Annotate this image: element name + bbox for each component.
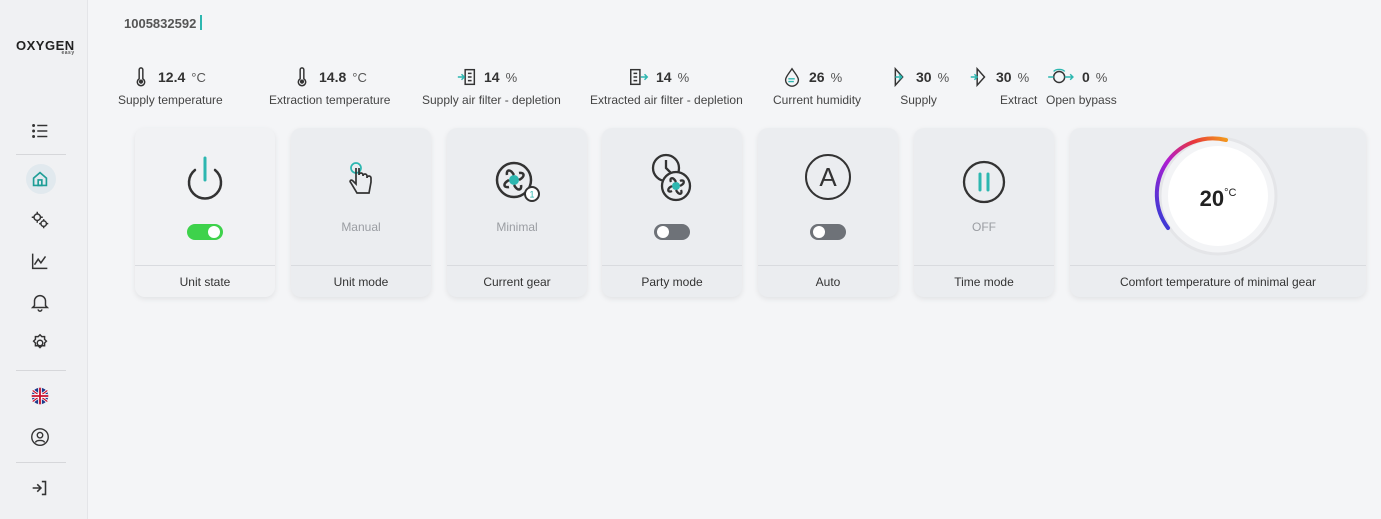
sidebar-divider: [16, 154, 66, 155]
menu-icon[interactable]: [26, 117, 54, 145]
card-label: Time mode: [914, 265, 1054, 297]
svg-text:A: A: [819, 162, 837, 192]
filter-supply-icon: [457, 68, 476, 86]
card-time-mode[interactable]: OFF Time mode: [914, 128, 1054, 297]
card-auto[interactable]: A Auto: [758, 128, 898, 297]
card-label: Party mode: [602, 265, 742, 297]
logo: OXYGEN easy: [16, 38, 75, 56]
card-unit-state[interactable]: Unit state: [135, 128, 275, 297]
metric-extraction-temperature: 14.8 °C Extraction temperature: [269, 66, 390, 110]
sidebar: OXYGEN easy: [0, 0, 88, 519]
auto-toggle[interactable]: [810, 224, 846, 240]
sidebar-divider: [16, 462, 66, 463]
logout-icon[interactable]: [26, 474, 54, 502]
party-clock-fan-icon: [650, 152, 694, 209]
svg-text:1: 1: [529, 190, 534, 200]
card-party-mode[interactable]: Party mode: [602, 128, 742, 297]
metric-open-bypass: 0% Open bypass: [1046, 66, 1117, 110]
current-gear-value: Minimal: [496, 220, 538, 234]
unit-state-toggle[interactable]: [187, 224, 223, 240]
hand-pointer-icon: [345, 160, 377, 205]
card-current-gear[interactable]: 1 Minimal Current gear: [447, 128, 587, 297]
pause-icon: [960, 158, 1008, 211]
card-unit-mode[interactable]: Manual Unit mode: [291, 128, 431, 297]
chart-icon[interactable]: [26, 247, 54, 275]
temperature-dial[interactable]: 20°C: [1154, 132, 1282, 260]
metric-extract: 30% Extract: [968, 66, 1037, 110]
power-icon: [177, 154, 233, 215]
metric-extract-filter: 14% Extracted air filter - depletion: [590, 66, 743, 110]
card-label: Current gear: [447, 265, 587, 297]
comfort-temperature-value: 20°C: [1199, 186, 1237, 211]
card-label: Auto: [758, 265, 898, 297]
extract-icon: [970, 66, 986, 88]
metric-supply: 30% Supply: [888, 66, 949, 110]
thermometer-icon: [297, 67, 307, 87]
bell-icon[interactable]: [26, 288, 54, 316]
humidity-icon: [784, 67, 800, 87]
party-mode-toggle[interactable]: [654, 224, 690, 240]
metric-humidity: 26% Current humidity: [773, 66, 861, 110]
metric-supply-filter: 14% Supply air filter - depletion: [422, 66, 561, 110]
auto-icon: A: [803, 152, 853, 207]
supply-icon: [894, 66, 904, 88]
fan-gear-icon: 1: [492, 158, 542, 211]
support-icon[interactable]: [26, 423, 54, 451]
sidebar-divider: [16, 370, 66, 371]
card-label: Comfort temperature of minimal gear: [1070, 265, 1366, 297]
home-icon[interactable]: [26, 165, 54, 193]
main-content: 1005832592 12.4 °C Supply temperature 14.…: [88, 0, 1381, 519]
gear-settings-icon[interactable]: [26, 206, 54, 234]
thermometer-icon: [136, 67, 146, 87]
card-label: Unit state: [135, 265, 275, 297]
metric-supply-temperature: 12.4 °C Supply temperature: [118, 66, 223, 110]
time-mode-value: OFF: [972, 220, 996, 234]
settings-icon[interactable]: [26, 329, 54, 357]
uk-flag-icon[interactable]: [26, 382, 54, 410]
serial-number: 1005832592: [124, 15, 203, 31]
bypass-icon: [1048, 68, 1074, 84]
filter-extract-icon: [630, 68, 649, 86]
card-label: Unit mode: [291, 265, 431, 297]
card-comfort-temperature[interactable]: 20°C Comfort temperature of minimal gear: [1070, 128, 1366, 297]
unit-mode-value: Manual: [341, 220, 381, 234]
